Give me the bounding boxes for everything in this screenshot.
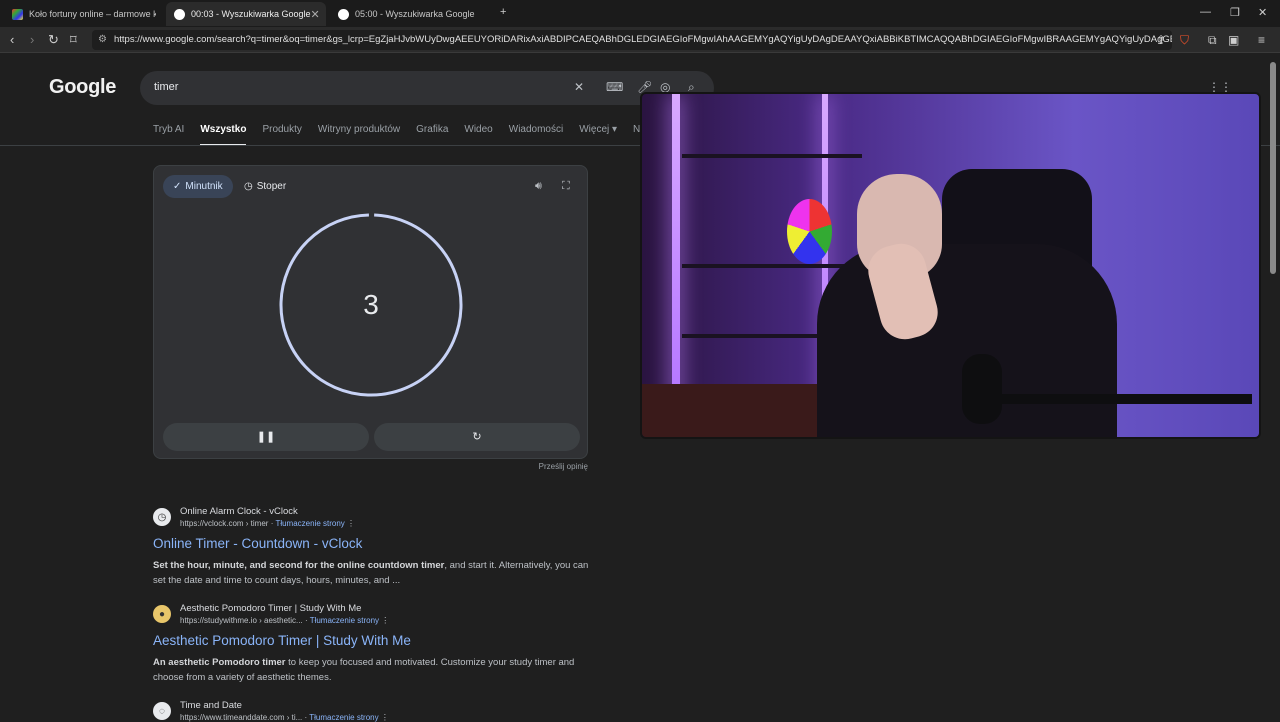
search-tabs: Tryb AI Wszystko Produkty Witryny produk… (153, 124, 662, 146)
snippet-bold: Set the hour, minute, and second for the… (153, 560, 445, 571)
more-options-icon[interactable]: ⋮ (381, 616, 389, 625)
pause-button[interactable]: ❚❚ (163, 423, 369, 451)
page-scrollbar[interactable] (1270, 62, 1276, 274)
address-bar-row: ‹ › ↻ ⌑ ⚙ https://www.google.com/search?… (0, 27, 1280, 53)
brave-shield-icon[interactable]: ⛉ (1180, 33, 1189, 48)
tab-title: Koło fortuny online – darmowe koło (29, 9, 156, 19)
stopwatch-mode-label: Stoper (256, 181, 287, 192)
share-icon[interactable]: ⇪ (1156, 33, 1166, 47)
forward-icon[interactable]: › (30, 32, 34, 47)
result-url-text: https://studywithme.io › aesthetic... (180, 616, 303, 625)
keyboard-icon[interactable]: ⌨ (606, 80, 623, 94)
tab-images[interactable]: Grafika (416, 124, 448, 146)
timer-mode-chip[interactable]: ✓ Minutnik (163, 175, 233, 198)
close-tab-icon[interactable]: ✕ (310, 8, 319, 21)
more-options-icon[interactable]: ⋮ (347, 519, 355, 528)
sound-icon[interactable]: 🔊︎ (535, 180, 542, 193)
prize-wheel (787, 199, 832, 264)
reset-button[interactable]: ↻ (374, 423, 580, 451)
timer-widget: ✓ Minutnik ◷ Stoper 🔊︎ ⛶ 3 ❚❚ ↻ (153, 165, 588, 459)
restore-icon[interactable]: ❐ (1230, 6, 1240, 19)
result-site-name[interactable]: Online Alarm Clock - vClock (180, 506, 298, 517)
extensions-icon[interactable]: ⧉ (1208, 33, 1217, 48)
microphone (962, 354, 1002, 424)
timer-display: 3 (363, 289, 379, 320)
result-snippet: Set the hour, minute, and second for the… (153, 558, 593, 588)
search-input[interactable]: timer (154, 81, 178, 93)
google-logo[interactable]: Google (49, 76, 116, 99)
webcam-overlay (640, 92, 1261, 439)
check-icon: ✓ (173, 181, 182, 192)
tab-ai-mode[interactable]: Tryb AI (153, 124, 184, 146)
tab-google-2[interactable]: 05:00 - Wyszukiwarka Google (330, 2, 490, 26)
floor (642, 384, 842, 437)
shelf (682, 264, 862, 268)
translate-link[interactable]: Tłumaczenie strony (309, 713, 378, 722)
result-site-name[interactable]: Time and Date (180, 700, 242, 711)
search-result: ● Aesthetic Pomodoro Timer | Study With … (153, 603, 593, 683)
reset-icon: ↻ (472, 431, 482, 443)
sidebar-icon[interactable]: ▣ (1228, 33, 1239, 47)
tab-all[interactable]: Wszystko (200, 124, 247, 146)
result-title[interactable]: Online Timer - Countdown - vClock (153, 536, 362, 551)
url-text: https://www.google.com/search?q=timer&oq… (114, 34, 1172, 45)
vclock-favicon: ◷ (153, 508, 171, 526)
new-tab-icon[interactable]: + (500, 6, 506, 18)
result-site-name[interactable]: Aesthetic Pomodoro Timer | Study With Me (180, 603, 361, 614)
shelf (682, 154, 862, 158)
result-snippet: An aesthetic Pomodoro timer to keep you … (153, 655, 593, 685)
clock-icon: ◷ (244, 181, 253, 192)
search-result: ◷ Online Alarm Clock - vClock https://vc… (153, 506, 593, 586)
translate-link[interactable]: Tłumaczenie strony (275, 519, 344, 528)
snippet-bold: An aesthetic Pomodoro timer (153, 657, 286, 668)
close-window-icon[interactable]: ✕ (1258, 6, 1267, 19)
minimize-icon[interactable]: — (1200, 6, 1211, 18)
mic-arm (992, 394, 1252, 404)
search-result: ◌ Time and Date https://www.timeanddate.… (153, 700, 593, 722)
tab-product-sites[interactable]: Witryny produktów (318, 124, 400, 146)
feedback-link[interactable]: Prześlij opinię (480, 462, 588, 471)
bookmark-icon[interactable]: ⌑ (70, 32, 77, 48)
tab-videos[interactable]: Wideo (464, 124, 492, 146)
tab-news[interactable]: Wiadomości (509, 124, 563, 146)
back-icon[interactable]: ‹ (10, 32, 14, 47)
pause-icon: ❚❚ (256, 431, 276, 443)
menu-icon[interactable]: ≡ (1258, 33, 1265, 47)
tab-google-active[interactable]: 00:03 - Wyszukiwarka Google ✕ (166, 2, 326, 26)
timer-mode-label: Minutnik (185, 181, 223, 192)
tab-more-label: Więcej (579, 124, 610, 135)
result-url-text: https://www.timeanddate.com › ti... (180, 713, 303, 722)
tab-kolo-fortuny[interactable]: Koło fortuny online – darmowe koło (4, 2, 156, 26)
clear-icon[interactable]: ✕ (574, 80, 584, 94)
google-favicon (174, 8, 185, 20)
tab-products[interactable]: Produkty (262, 124, 301, 146)
search-box[interactable]: timer ✕ ⌨ 🎤︎ ◎ ⌕ (140, 71, 714, 105)
result-title[interactable]: Aesthetic Pomodoro Timer | Study With Me (153, 633, 411, 648)
browser-tab-strip: Koło fortuny online – darmowe koło 00:03… (0, 0, 1280, 27)
tab-title: 00:03 - Wyszukiwarka Google (191, 9, 311, 19)
timeanddate-favicon: ◌ (153, 702, 171, 720)
result-url[interactable]: https://studywithme.io › aesthetic... · … (180, 616, 389, 625)
tab-more[interactable]: Więcej ▾ (579, 124, 617, 146)
url-field[interactable]: ⚙ https://www.google.com/search?q=timer&… (92, 30, 1172, 50)
reload-icon[interactable]: ↻ (48, 32, 59, 48)
tab-title: 05:00 - Wyszukiwarka Google (355, 9, 475, 19)
result-url[interactable]: https://www.timeanddate.com › ti... · Tł… (180, 713, 389, 722)
fullscreen-icon[interactable]: ⛶ (562, 180, 570, 193)
studywithme-favicon: ● (153, 605, 171, 623)
site-info-icon[interactable]: ⚙ (98, 30, 107, 50)
google-favicon (338, 8, 349, 20)
stopwatch-mode-chip[interactable]: ◷ Stoper (234, 175, 296, 198)
result-url[interactable]: https://vclock.com › timer · Tłumaczenie… (180, 519, 355, 528)
translate-link[interactable]: Tłumaczenie strony (310, 616, 379, 625)
tab-favicon (12, 8, 23, 20)
more-options-icon[interactable]: ⋮ (381, 713, 389, 722)
result-url-text: https://vclock.com › timer (180, 519, 269, 528)
